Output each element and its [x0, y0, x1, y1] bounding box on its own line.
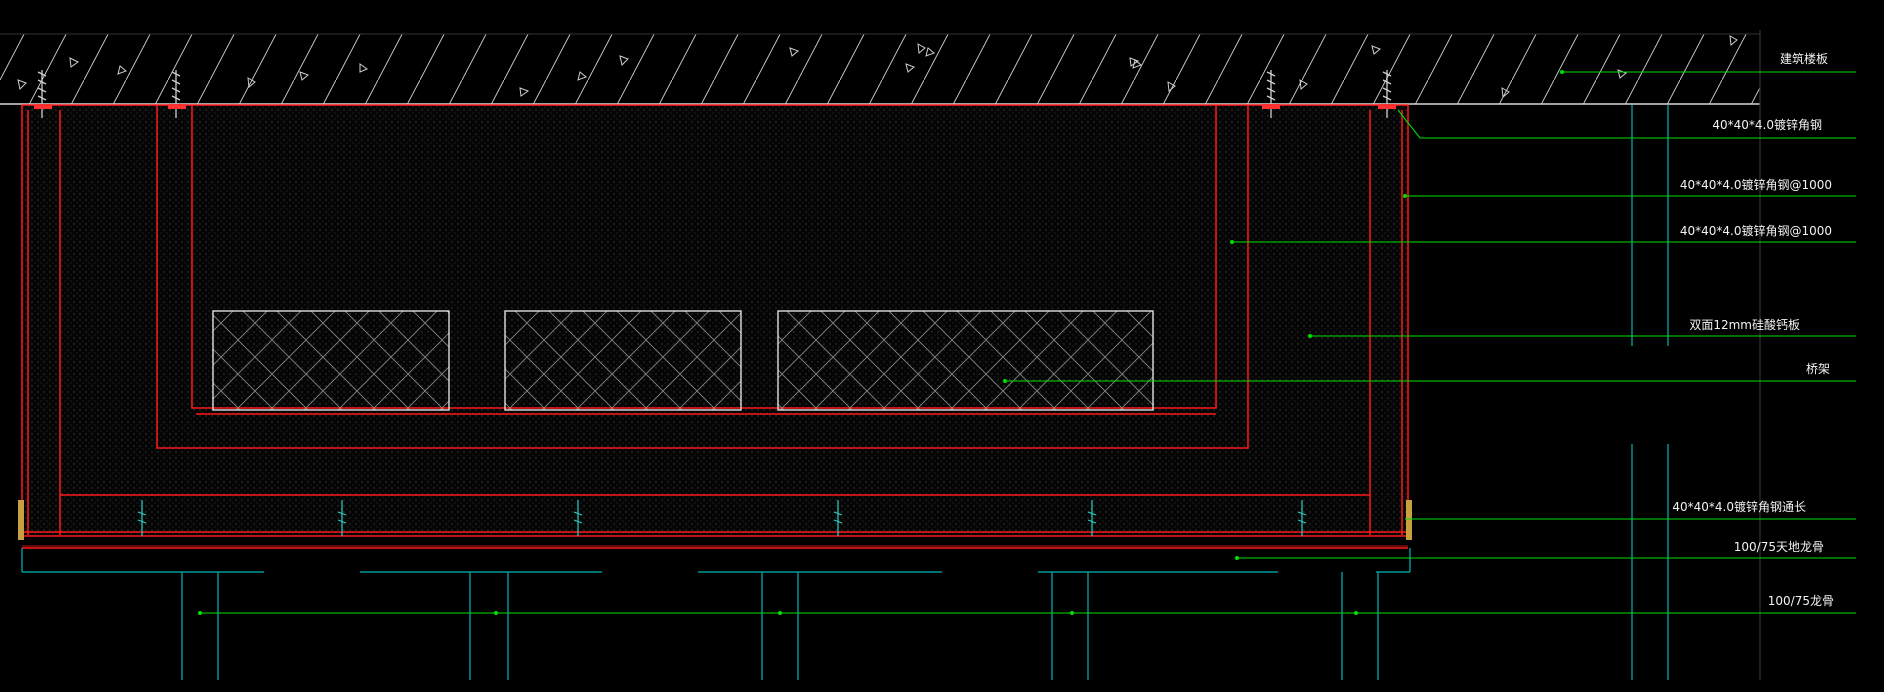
label-board: 双面12mm硅酸钙板 — [1689, 318, 1800, 332]
label-tray: 桥架 — [1805, 362, 1830, 376]
label-angle-top: 40*40*4.0镀锌角钢 — [1712, 118, 1822, 132]
label-track: 100/75天地龙骨 — [1733, 540, 1824, 554]
cable-tray-2 — [504, 310, 742, 411]
label-angle-1000-a: 40*40*4.0镀锌角钢@1000 — [1679, 178, 1832, 192]
ceiling-section-drawing — [0, 0, 1884, 688]
cable-tray-3 — [777, 310, 1154, 411]
label-slab: 建筑楼板 — [1779, 52, 1828, 66]
label-angle-1000-b: 40*40*4.0镀锌角钢@1000 — [1679, 224, 1832, 238]
cable-tray-group — [212, 310, 1154, 411]
concrete-slab — [0, 33, 1760, 105]
label-stud: 100/75龙骨 — [1767, 594, 1834, 608]
cable-tray-1 — [212, 310, 450, 411]
label-angle-long: 40*40*4.0镀锌角钢通长 — [1672, 500, 1806, 514]
